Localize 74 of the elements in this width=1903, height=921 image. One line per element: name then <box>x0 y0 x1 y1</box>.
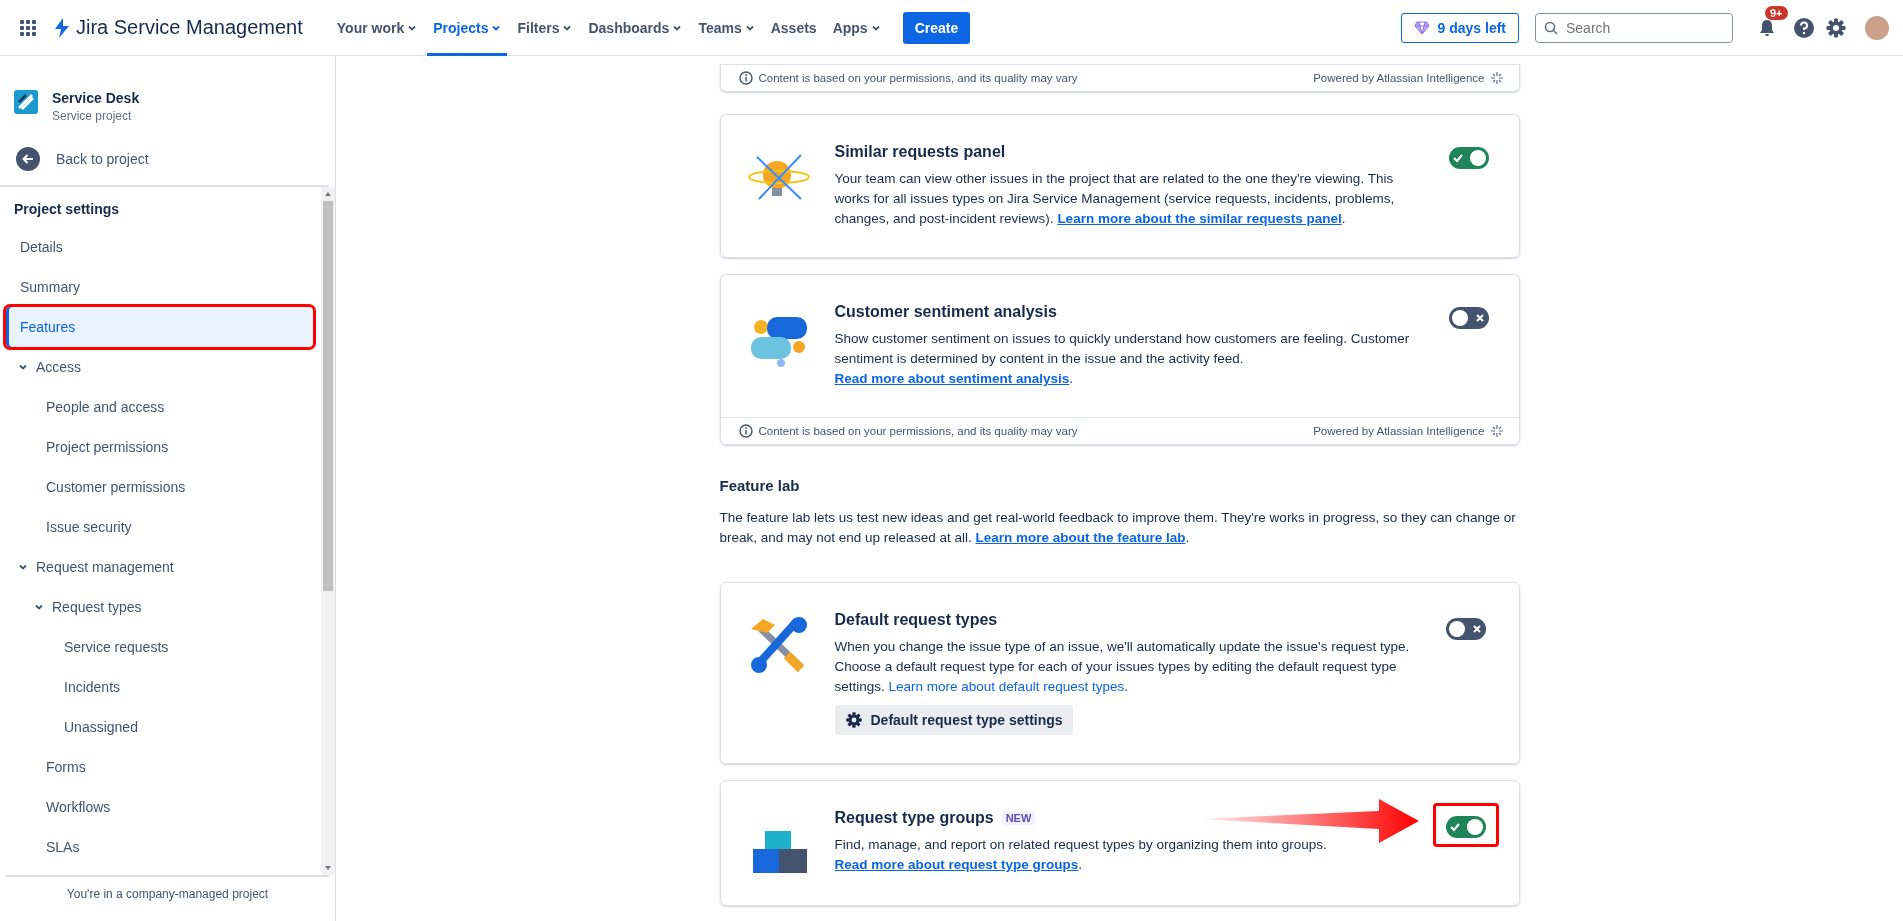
nav-menu-item[interactable]: Apps <box>826 0 887 56</box>
search-field[interactable]: Search <box>1535 12 1733 43</box>
feature-description: Your team can view other issues in the project that are related to the one they're viewing. This works for all issues types on Jira Service Management (service requests, incidents, problems, changes, and post-incident reviews). Learn more about the similar requests panel. <box>834 170 1396 228</box>
disclaimer-text: Content is based on your permissions, and its quality may vary <box>758 72 1078 84</box>
sidebar-item[interactable]: Workflows <box>6 787 313 827</box>
project-type-note: You're in a company-managed project <box>6 875 329 921</box>
toggle-switch[interactable] <box>1448 147 1489 169</box>
new-badge: NEW <box>1001 811 1036 825</box>
notification-count-badge: 9+ <box>1765 5 1788 20</box>
check-icon <box>1451 152 1464 164</box>
toggle-switch[interactable] <box>1448 307 1489 329</box>
back-to-project-link[interactable]: Back to project <box>0 123 329 187</box>
check-icon <box>1448 821 1461 833</box>
close-icon <box>1473 312 1486 324</box>
nav-menu-item[interactable]: Dashboards <box>582 0 689 56</box>
sidebar-item[interactable]: Request management <box>6 547 313 587</box>
gear-icon <box>844 711 863 729</box>
disclaimer-text: Content is based on your permissions, and its quality may vary <box>758 425 1078 437</box>
nav-menu-item[interactable]: Projects <box>427 0 508 56</box>
create-button[interactable]: Create <box>902 11 971 44</box>
feature-description: Show customer sentiment on issues to quickly understand how customers are feeling. Customer sentiment is determined by content in the issue and the activity feed. Read more about sentiment analysis. <box>834 330 1411 388</box>
nav-menu-item[interactable]: Filters <box>511 0 579 56</box>
sidebar-item[interactable]: Project permissions <box>6 427 313 467</box>
sidebar-item[interactable]: Details <box>6 227 313 267</box>
learn-more-link[interactable]: Learn more about the similar requests panel <box>1057 211 1342 226</box>
sidebar-item[interactable]: Summary <box>6 267 313 307</box>
sidebar-item[interactable]: Request types <box>6 587 313 627</box>
sidebar-item[interactable]: SLAs <box>6 827 313 867</box>
nav-menu-item[interactable]: Assets <box>764 0 823 56</box>
info-icon <box>738 424 753 438</box>
feature-title: Customer sentiment analysis <box>834 303 1057 321</box>
info-icon <box>738 71 753 85</box>
help-icon[interactable] <box>1793 16 1815 39</box>
powered-by-text: Powered by Atlassian Intelligence <box>1313 72 1485 84</box>
chevron-down-icon[interactable] <box>34 602 44 612</box>
lightning-logo-icon <box>52 16 72 39</box>
feature-title: Default request types <box>834 611 998 629</box>
project-avatar-icon <box>14 90 38 114</box>
feature-description: Find, manage, and report on related request types by organizing them into groups. Read more about request type groups. <box>834 836 1328 874</box>
section-heading: Feature lab <box>719 477 801 494</box>
powered-by-text: Powered by Atlassian Intelligence <box>1313 425 1485 437</box>
toggle-switch[interactable] <box>1445 816 1486 838</box>
feature-title: Similar requests panel <box>834 143 1006 161</box>
feature-lab-description: The feature lab lets us test new ideas and get real-world feedback to improve them. They're works in progress, so they can change or break, and may not end up released at all. Learn more about the feature lab. <box>719 509 1517 547</box>
sidebar-item[interactable]: Forms <box>6 747 313 787</box>
notifications-icon[interactable] <box>1757 17 1777 38</box>
project-name: Service Desk <box>52 90 140 106</box>
nav-menu-item[interactable]: Your work <box>330 0 424 56</box>
project-type: Service project <box>52 109 133 123</box>
sidebar-item[interactable]: Features <box>6 307 313 347</box>
sidebar-item[interactable]: Service requests <box>6 627 313 667</box>
toggle-switch[interactable] <box>1445 618 1486 640</box>
nav-menu-item[interactable]: Teams <box>692 0 761 56</box>
section-heading: Project settings <box>13 200 121 219</box>
app-switcher-icon[interactable] <box>18 17 38 38</box>
gem-icon <box>1413 20 1430 35</box>
trial-button[interactable]: 9 days left <box>1400 12 1519 43</box>
sparkle-icon <box>1490 425 1503 437</box>
sidebar-item[interactable]: Incidents <box>6 667 313 707</box>
sidebar-item[interactable]: Issue security <box>6 507 313 547</box>
feature-description: When you change the issue type of an issue, we'll automatically update the issue's request type. Choose a default request type for each of your issues types by editing the default request type settings. Learn more about default request types. <box>834 638 1411 696</box>
settings-button[interactable]: Default request type settings <box>834 705 1073 735</box>
sidebar-item[interactable]: Customer permissions <box>6 467 313 507</box>
sparkle-icon <box>1490 72 1503 84</box>
scrollbar[interactable] <box>321 187 335 875</box>
sidebar-item[interactable]: People and access <box>6 387 313 427</box>
sidebar-item[interactable]: Access <box>6 347 313 387</box>
close-icon <box>1470 623 1483 635</box>
sidebar-item[interactable]: Unassigned <box>6 707 313 747</box>
chevron-down-icon[interactable] <box>18 362 28 372</box>
feature-title: Request type groups <box>834 809 994 827</box>
settings-icon[interactable] <box>1825 16 1847 39</box>
chevron-down-icon[interactable] <box>18 562 28 572</box>
product-name[interactable]: Jira Service Management <box>76 16 303 39</box>
